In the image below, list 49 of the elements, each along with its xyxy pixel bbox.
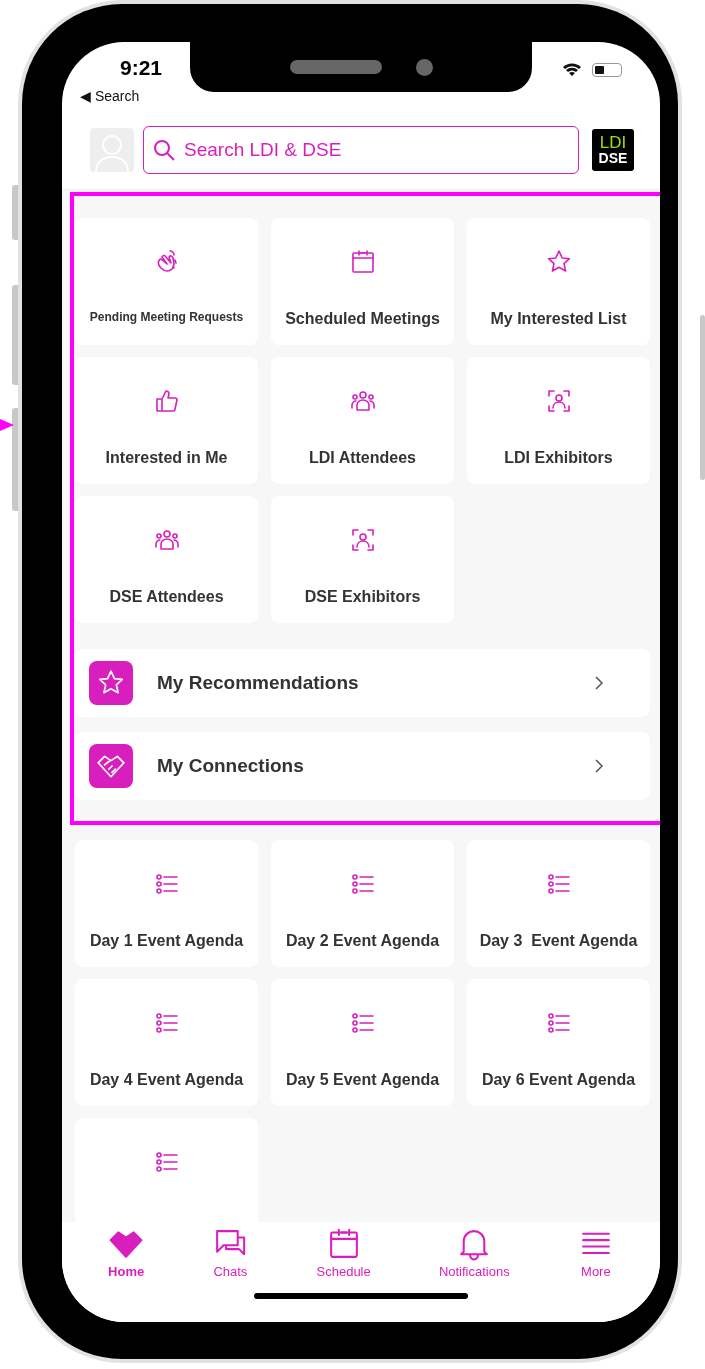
tile-label: Day 5 Event Agenda xyxy=(285,1071,440,1089)
tile-card[interactable]: Day 3 Event Agenda xyxy=(467,840,650,967)
tile-label: LDI Attendees xyxy=(309,449,416,467)
tile-label: Day 3 Event Agenda xyxy=(479,932,638,950)
tile-label: Day 2 Event Agenda xyxy=(285,932,440,950)
tab-item[interactable]: Chats xyxy=(212,1226,249,1286)
tile-card[interactable]: LDI Attendees xyxy=(271,357,454,484)
back-link[interactable]: ◀ Search xyxy=(80,88,140,104)
tile-label: Day 6 Event Agenda xyxy=(481,1071,636,1089)
tile-label: Pending Meeting Requests xyxy=(89,310,244,324)
tile-label: LDI Exhibitors xyxy=(504,449,613,467)
wifi-icon xyxy=(562,62,582,78)
tile-label: My Interested List xyxy=(490,310,627,328)
tile-card[interactable] xyxy=(75,1118,258,1222)
logo-text: LDI xyxy=(599,134,627,151)
tile-label: DSE Attendees xyxy=(109,588,224,606)
tile-card[interactable]: LDI Exhibitors xyxy=(467,357,650,484)
tile-card[interactable]: Day 2 Event Agenda xyxy=(271,840,454,967)
tab-item[interactable]: Home xyxy=(108,1226,145,1286)
tile-card[interactable]: DSE Exhibitors xyxy=(271,496,454,623)
list-row[interactable]: My Recommendations xyxy=(75,649,650,717)
chevron-icon xyxy=(594,758,604,774)
clock-time: 9:21 xyxy=(120,56,163,80)
tile-card[interactable]: Scheduled Meetings xyxy=(271,218,454,345)
tab-item[interactable]: Schedule xyxy=(316,1226,371,1286)
tile-card[interactable]: Day 6 Event Agenda xyxy=(467,979,650,1106)
list-row[interactable]: My Connections xyxy=(75,732,650,800)
tile-card[interactable]: Day 5 Event Agenda xyxy=(271,979,454,1106)
pointer-arrow-icon xyxy=(0,418,14,432)
tile-card[interactable]: Pending Meeting Requests xyxy=(75,218,258,345)
tile-label: DSE Exhibitors xyxy=(304,588,421,606)
tile-label: Day 1 Event Agenda xyxy=(89,932,244,950)
search-field[interactable]: Search LDI & DSE xyxy=(143,125,579,174)
chevron-icon xyxy=(594,675,604,691)
row-label: My Connections xyxy=(157,755,305,777)
tile-card[interactable]: Interested in Me xyxy=(75,357,258,484)
tile-card[interactable]: DSE Attendees xyxy=(75,496,258,623)
tile-card[interactable]: My Interested List xyxy=(467,218,650,345)
tab-item[interactable]: Notifications xyxy=(438,1226,510,1286)
search-icon xyxy=(152,137,176,162)
tile-label: Interested in Me xyxy=(105,449,228,467)
logo-text: DSE xyxy=(598,151,628,165)
tile-label: Day 4 Event Agenda xyxy=(89,1071,244,1089)
tile-card[interactable]: Day 4 Event Agenda xyxy=(75,979,258,1106)
tile-label: Scheduled Meetings xyxy=(285,310,440,328)
tile-card[interactable]: Day 1 Event Agenda xyxy=(75,840,258,967)
row-label: My Recommendations xyxy=(157,672,360,694)
tab-item[interactable]: More xyxy=(577,1226,614,1286)
battery-icon xyxy=(592,63,622,77)
